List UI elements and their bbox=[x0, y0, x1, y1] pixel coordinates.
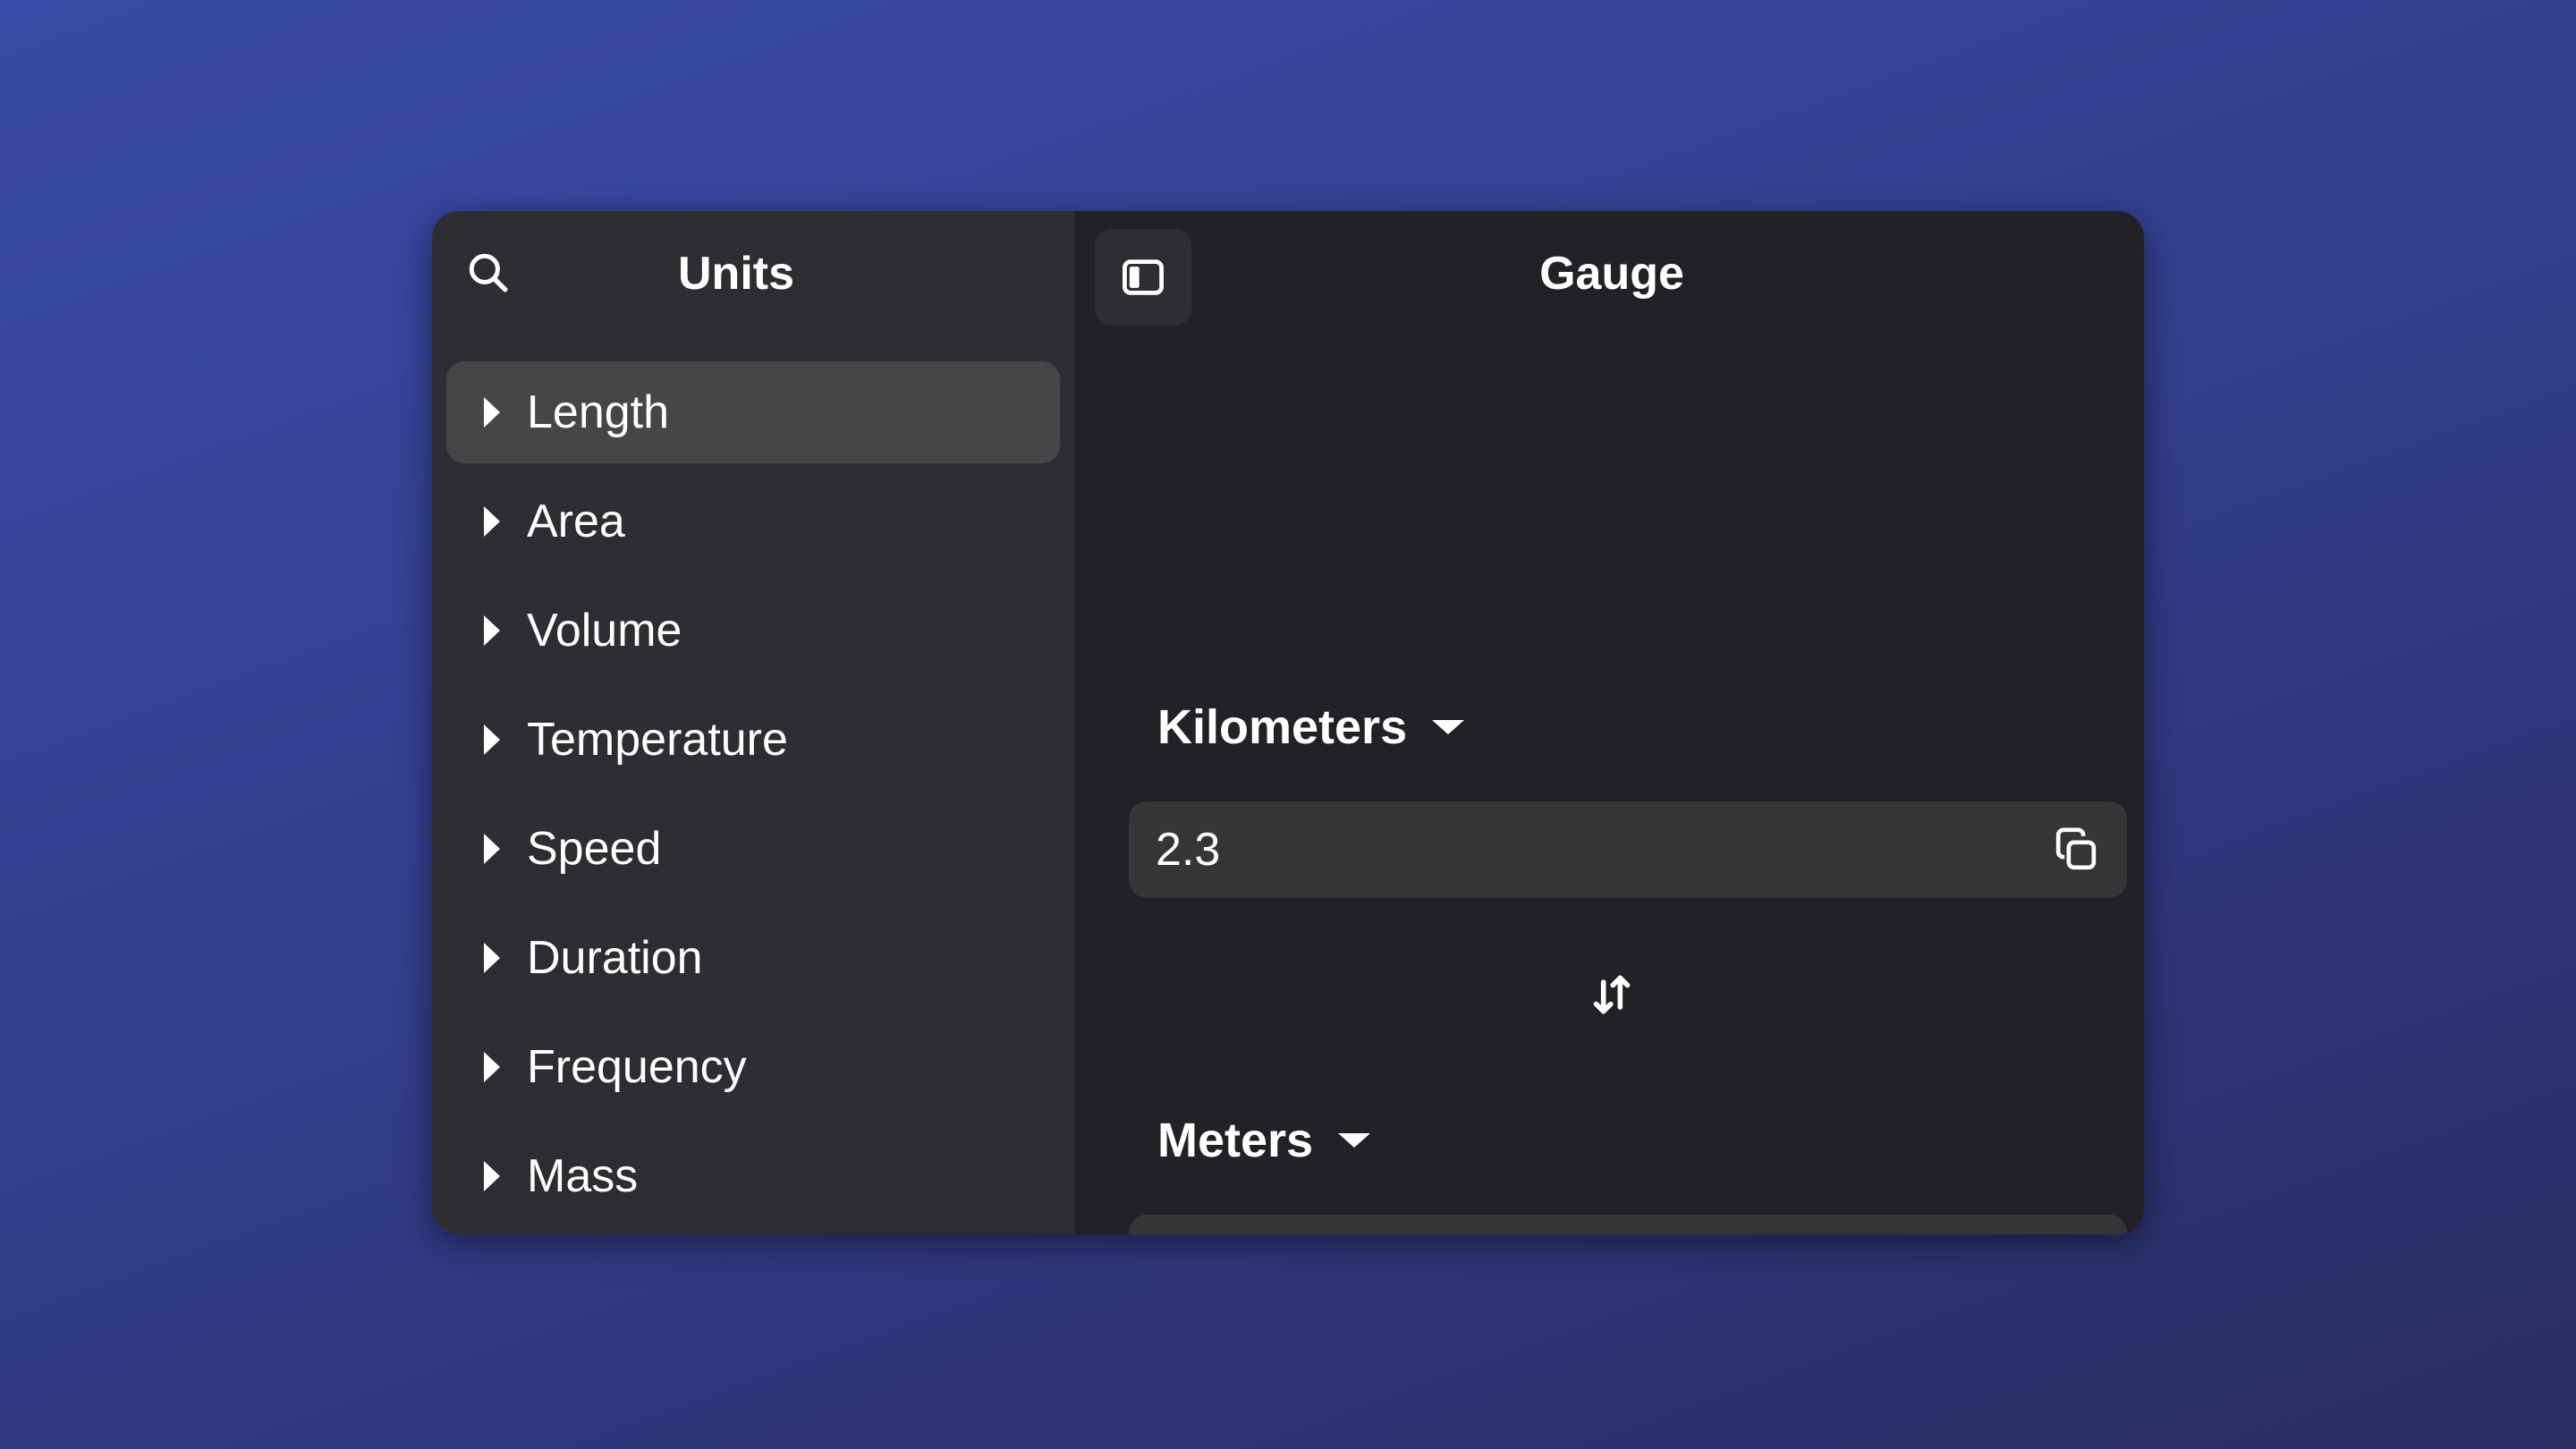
copy-icon bbox=[2055, 827, 2097, 870]
category-label: Duration bbox=[527, 932, 703, 984]
to-unit-label: Meters bbox=[1157, 1114, 1314, 1167]
category-label: Mass bbox=[527, 1150, 639, 1202]
expand-arrow-icon bbox=[484, 1052, 500, 1082]
expand-arrow-icon bbox=[484, 1161, 500, 1191]
to-unit-dropdown[interactable]: Meters bbox=[1157, 1113, 1371, 1168]
category-label: Area bbox=[527, 496, 625, 547]
category-item-temperature[interactable]: Temperature bbox=[446, 689, 1060, 791]
expand-arrow-icon bbox=[484, 506, 500, 537]
sidebar-toggle-icon bbox=[1123, 259, 1164, 295]
sidebar: Units Length Area Volume Temperature Spe… bbox=[432, 211, 1075, 1234]
category-item-area[interactable]: Area bbox=[446, 470, 1060, 572]
category-item-duration[interactable]: Duration bbox=[446, 907, 1060, 1009]
category-label: Volume bbox=[527, 605, 682, 657]
category-item-speed[interactable]: Speed bbox=[446, 798, 1060, 900]
expand-arrow-icon bbox=[484, 943, 500, 973]
category-item-length[interactable]: Length bbox=[446, 361, 1060, 463]
category-label: Frequency bbox=[527, 1041, 747, 1093]
from-value-field[interactable]: 2.3 bbox=[1129, 801, 2127, 898]
from-unit-dropdown[interactable]: Kilometers bbox=[1157, 699, 1465, 755]
expand-arrow-icon bbox=[484, 724, 500, 755]
app-window: Units Length Area Volume Temperature Spe… bbox=[432, 211, 2144, 1234]
sidebar-toggle-button[interactable] bbox=[1095, 229, 1191, 326]
copy-to-button[interactable] bbox=[2045, 1232, 2107, 1234]
category-item-mass[interactable]: Mass bbox=[446, 1125, 1060, 1227]
sidebar-title: Units bbox=[678, 248, 794, 300]
expand-arrow-icon bbox=[484, 615, 500, 646]
expand-arrow-icon bbox=[484, 397, 500, 428]
swap-units-button[interactable] bbox=[1580, 962, 1644, 1027]
expand-arrow-icon bbox=[484, 834, 500, 864]
category-label: Speed bbox=[527, 823, 662, 875]
window-title: Gauge bbox=[1539, 248, 1684, 300]
chevron-down-icon bbox=[1432, 720, 1465, 734]
category-item-volume[interactable]: Volume bbox=[446, 580, 1060, 682]
category-item-frequency[interactable]: Frequency bbox=[446, 1016, 1060, 1118]
to-value-field[interactable]: 2300 bbox=[1129, 1215, 2127, 1234]
from-value-input[interactable]: 2.3 bbox=[1156, 823, 2045, 877]
category-list: Length Area Volume Temperature Speed Dur… bbox=[446, 361, 1060, 1234]
swap-arrows-icon bbox=[1593, 975, 1631, 1014]
from-unit-label: Kilometers bbox=[1157, 700, 1408, 754]
category-label: Length bbox=[527, 386, 670, 438]
chevron-down-icon bbox=[1338, 1133, 1371, 1148]
search-button[interactable] bbox=[459, 243, 518, 302]
converter-panel: Gauge Kilometers 2.3 Meters bbox=[1075, 211, 2144, 1234]
category-label: Temperature bbox=[527, 714, 788, 766]
search-icon bbox=[469, 253, 508, 292]
copy-from-button[interactable] bbox=[2045, 818, 2107, 881]
